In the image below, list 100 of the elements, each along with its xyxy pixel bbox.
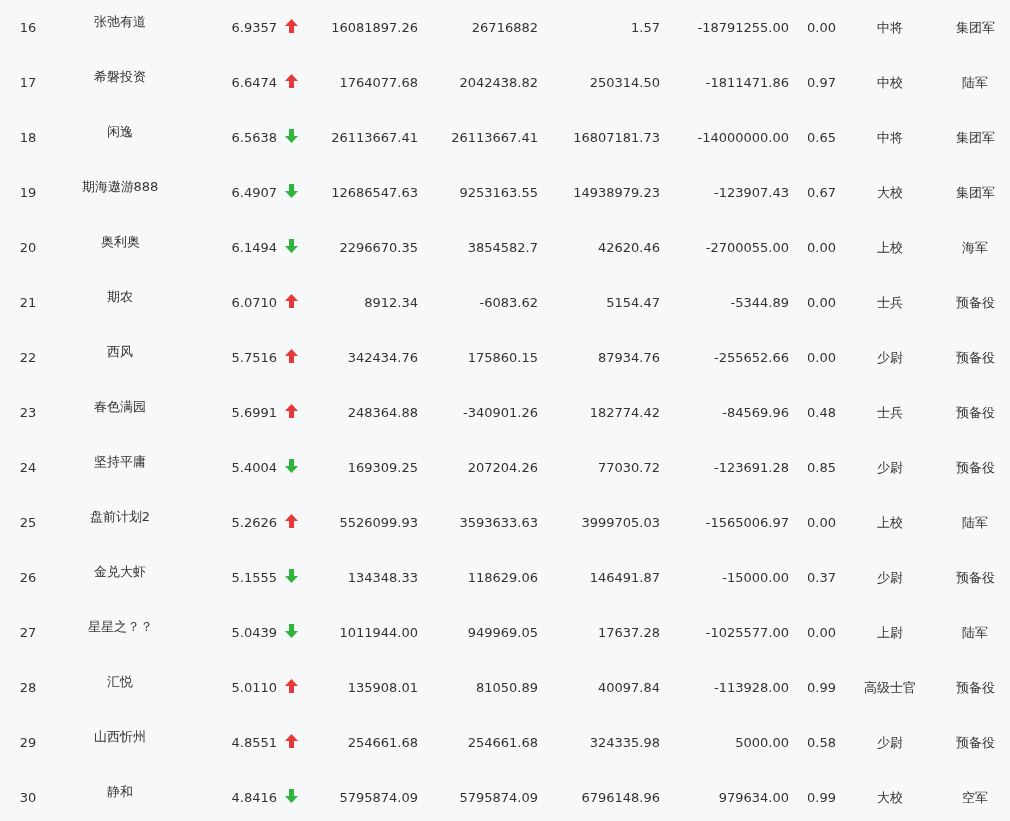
- military-rank: 高级士官: [864, 678, 916, 697]
- score-value: 5.2626: [231, 515, 277, 530]
- score-value: 6.6474: [231, 75, 277, 90]
- table-cell: 134348.33: [347, 570, 418, 585]
- service-branch: 预备役: [955, 568, 995, 587]
- table-cell: 0.00: [807, 515, 836, 530]
- score-value: 6.1494: [231, 240, 277, 255]
- score-value: 5.7516: [231, 350, 277, 365]
- account-name: 西风: [107, 342, 133, 361]
- table-cell: 175860.15: [467, 350, 538, 365]
- table-cell: -1025577.00: [705, 625, 789, 640]
- military-rank: 上校: [877, 238, 903, 257]
- score-value: 5.6991: [231, 405, 277, 420]
- table-cell: -113928.00: [714, 680, 789, 695]
- table-cell: 77030.72: [597, 460, 660, 475]
- table-cell: 0.67: [807, 185, 836, 200]
- table-cell: 16081897.26: [331, 20, 418, 35]
- military-rank: 大校: [877, 788, 903, 807]
- score-value: 6.9357: [231, 20, 277, 35]
- table-cell: 40097.84: [597, 680, 660, 695]
- table-cell: 254661.68: [347, 735, 418, 750]
- table-cell: 42620.46: [597, 240, 660, 255]
- table-cell: 26113667.41: [331, 130, 418, 145]
- table-cell: 1764077.68: [339, 75, 418, 90]
- table-cell: -255652.66: [714, 350, 789, 365]
- table-cell: 135908.01: [347, 680, 418, 695]
- table-cell: 0.65: [807, 130, 836, 145]
- account-name: 坚持平庸: [94, 452, 146, 471]
- table-cell: 254661.68: [467, 735, 538, 750]
- military-rank: 中将: [877, 128, 903, 147]
- table-cell: -1565006.97: [705, 515, 789, 530]
- table-cell: 0.58: [807, 735, 836, 750]
- rank-number: 21: [19, 295, 37, 310]
- account-name: 星星之？？: [87, 617, 153, 636]
- military-rank: 上尉: [877, 623, 903, 642]
- rank-number: 17: [19, 75, 37, 90]
- account-name: 汇悦: [107, 672, 133, 691]
- account-name: 张弛有道: [94, 12, 146, 31]
- table-cell: 250314.50: [589, 75, 660, 90]
- account-name: 静和: [107, 782, 133, 801]
- table-cell: -123907.43: [714, 185, 789, 200]
- service-branch: 集团军: [955, 128, 995, 147]
- table-cell: -14000000.00: [697, 130, 789, 145]
- table-cell: 12686547.63: [331, 185, 418, 200]
- military-rank: 上校: [877, 513, 903, 532]
- table-cell: 3593633.63: [459, 515, 538, 530]
- service-branch: 预备役: [955, 293, 995, 312]
- table-cell: 81050.89: [475, 680, 538, 695]
- table-cell: -5344.89: [730, 295, 789, 310]
- score-value: 4.8551: [231, 735, 277, 750]
- account-name: 奥利奥: [100, 232, 140, 251]
- rank-number: 18: [19, 130, 37, 145]
- table-cell: 324335.98: [589, 735, 660, 750]
- service-branch: 空军: [962, 788, 988, 807]
- service-branch: 预备役: [955, 403, 995, 422]
- score-value: 5.0110: [231, 680, 277, 695]
- military-rank: 少尉: [877, 348, 903, 367]
- table-cell: 979634.00: [718, 790, 789, 805]
- table-cell: -2700055.00: [705, 240, 789, 255]
- service-branch: 预备役: [955, 733, 995, 752]
- account-name: 希磐投资: [94, 67, 146, 86]
- table-cell: 2042438.82: [459, 75, 538, 90]
- table-cell: 8912.34: [364, 295, 418, 310]
- table-cell: -123691.28: [714, 460, 789, 475]
- rank-number: 24: [19, 460, 37, 475]
- table-cell: 17637.28: [597, 625, 660, 640]
- table-cell: 5154.47: [606, 295, 660, 310]
- table-cell: 146491.87: [589, 570, 660, 585]
- table-cell: 3999705.03: [581, 515, 660, 530]
- table-cell: 949969.05: [467, 625, 538, 640]
- table-cell: 14938979.23: [573, 185, 660, 200]
- service-branch: 集团军: [955, 183, 995, 202]
- table-cell: 1.57: [631, 20, 660, 35]
- table-cell: 0.00: [807, 625, 836, 640]
- table-cell: 87934.76: [597, 350, 660, 365]
- service-branch: 预备役: [955, 348, 995, 367]
- military-rank: 少尉: [877, 568, 903, 587]
- table-cell: -15000.00: [722, 570, 789, 585]
- table-cell: 6796148.96: [581, 790, 660, 805]
- table-cell: 9253163.55: [459, 185, 538, 200]
- table-cell: 207204.26: [467, 460, 538, 475]
- table-cell: -84569.96: [722, 405, 789, 420]
- service-branch: 集团军: [955, 18, 995, 37]
- table-cell: 342434.76: [347, 350, 418, 365]
- table-cell: 0.00: [807, 295, 836, 310]
- service-branch: 预备役: [955, 678, 995, 697]
- military-rank: 士兵: [877, 403, 903, 422]
- table-cell: 0.97: [807, 75, 836, 90]
- table-cell: -1811471.86: [705, 75, 789, 90]
- rank-number: 19: [19, 185, 37, 200]
- table-cell: 0.99: [807, 790, 836, 805]
- table-cell: 0.00: [807, 240, 836, 255]
- account-name: 春色满园: [94, 397, 146, 416]
- rank-number: 20: [19, 240, 37, 255]
- rank-number: 23: [19, 405, 37, 420]
- table-cell: 0.48: [807, 405, 836, 420]
- rank-number: 26: [19, 570, 37, 585]
- service-branch: 海军: [962, 238, 988, 257]
- table-cell: -6083.62: [479, 295, 538, 310]
- rank-number: 25: [19, 515, 37, 530]
